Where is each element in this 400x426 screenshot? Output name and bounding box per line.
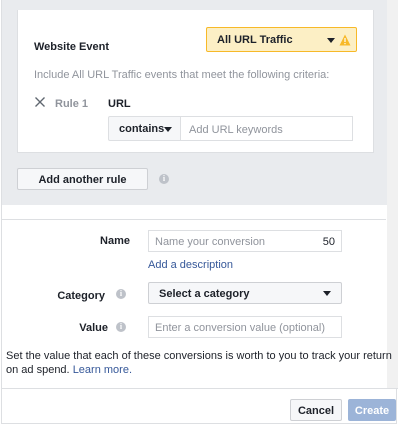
- website-event-select[interactable]: All URL Traffic: [206, 27, 357, 52]
- operator-value: contains: [119, 123, 165, 135]
- url-keywords-input[interactable]: Add URL keywords: [181, 116, 353, 141]
- add-description-link[interactable]: Add a description: [148, 259, 233, 271]
- rule-card: Website Event All URL Traffic Include Al…: [17, 10, 374, 153]
- chevron-down-icon: [327, 38, 335, 43]
- website-event-label: Website Event: [34, 41, 109, 53]
- cancel-button[interactable]: Cancel: [290, 399, 342, 421]
- value-label: Value: [79, 322, 108, 334]
- create-button[interactable]: Create: [348, 399, 396, 421]
- info-icon[interactable]: i: [159, 174, 169, 184]
- warning-icon: [339, 34, 351, 46]
- value-input[interactable]: Enter a conversion value (optional): [148, 316, 342, 338]
- name-placeholder: Name your conversion: [155, 236, 266, 248]
- category-value: Select a category: [159, 288, 250, 300]
- name-label: Name: [100, 235, 130, 247]
- website-event-value: All URL Traffic: [217, 34, 293, 46]
- name-input[interactable]: Name your conversion 50: [148, 230, 342, 252]
- value-placeholder: Enter a conversion value (optional): [155, 322, 325, 334]
- rule-title: Rule 1: [55, 98, 89, 110]
- create-conversion-dialog: Website Event All URL Traffic Include Al…: [1, 0, 398, 424]
- footer-divider: [2, 388, 398, 389]
- chevron-down-icon: [323, 291, 331, 296]
- value-helper-text: Set the value that each of these convers…: [6, 349, 396, 377]
- cancel-label: Cancel: [297, 405, 335, 417]
- chevron-down-icon: [164, 127, 172, 132]
- info-icon[interactable]: i: [116, 322, 126, 332]
- info-icon[interactable]: i: [116, 289, 126, 299]
- add-another-rule-button[interactable]: Add another rule: [17, 168, 148, 190]
- category-label: Category: [57, 290, 105, 302]
- operator-select[interactable]: contains: [108, 116, 181, 141]
- char-count: 50: [322, 236, 335, 248]
- helper-text: Set the value that each of these convers…: [6, 350, 392, 376]
- url-keywords-placeholder: Add URL keywords: [189, 124, 283, 136]
- add-rule-label: Add another rule: [38, 174, 127, 186]
- criteria-text: Include All URL Traffic events that meet…: [34, 69, 330, 81]
- divider: [2, 219, 386, 220]
- learn-more-link[interactable]: Learn more.: [73, 364, 132, 376]
- category-select[interactable]: Select a category: [148, 282, 342, 304]
- url-label: URL: [108, 98, 131, 110]
- create-label: Create: [354, 405, 390, 417]
- scrollbar[interactable]: [387, 0, 398, 388]
- close-icon[interactable]: [34, 96, 46, 108]
- rules-area: Website Event All URL Traffic Include Al…: [2, 0, 398, 205]
